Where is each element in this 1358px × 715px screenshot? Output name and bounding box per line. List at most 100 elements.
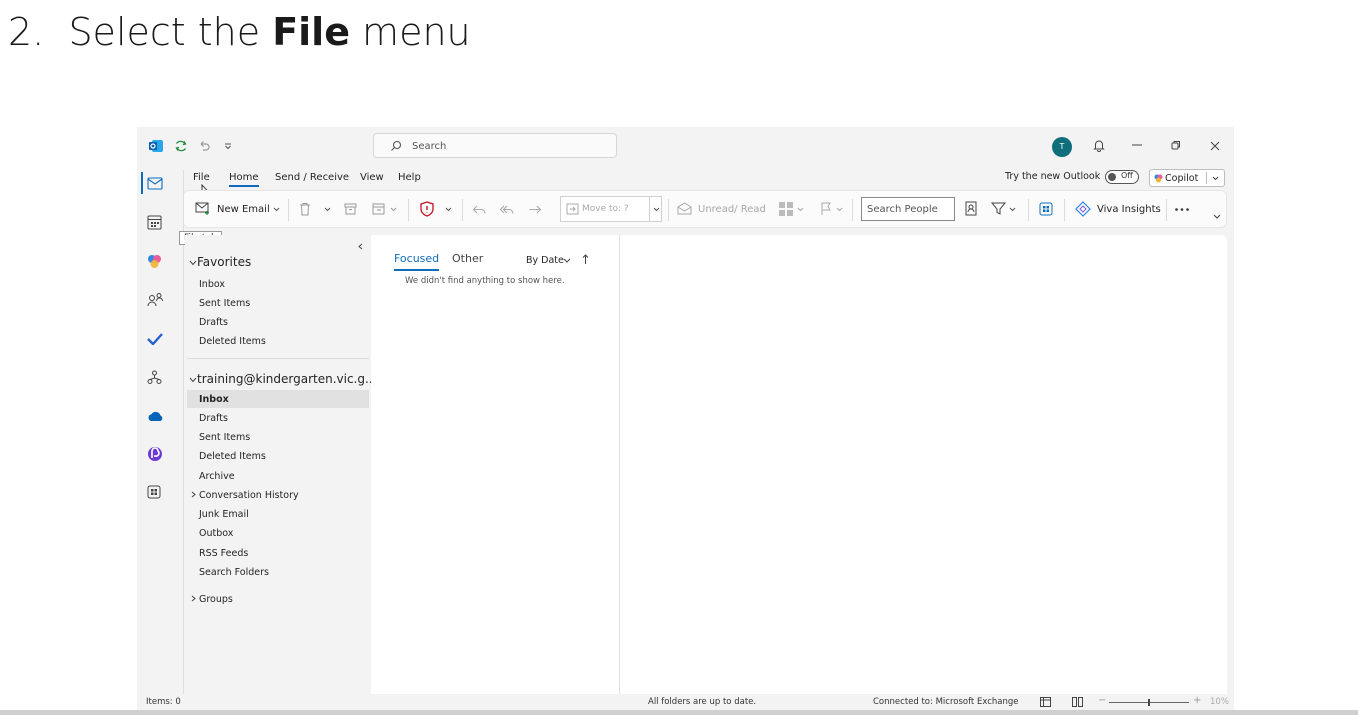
folder-favorites-inbox[interactable]: Inbox (199, 279, 225, 290)
expand-ribbon-icon[interactable] (1213, 214, 1221, 219)
folder-sent-items[interactable]: Sent Items (199, 432, 250, 443)
status-bar: Items: 0 All folders are up to date. Con… (137, 694, 1234, 710)
tab-send-receive[interactable]: Send / Receive (275, 172, 349, 183)
groups-header[interactable]: Groups (191, 594, 233, 605)
more-apps-icon[interactable] (147, 485, 161, 499)
zoom-out-button[interactable]: − (1098, 695, 1106, 706)
viva-insights-icon[interactable] (1075, 201, 1091, 217)
flag-icon[interactable] (820, 202, 832, 216)
categorize-dropdown-icon[interactable] (797, 207, 804, 212)
chevron-right-icon (191, 595, 196, 602)
tab-home[interactable]: Home (229, 172, 259, 187)
minimize-icon[interactable] (1132, 144, 1142, 146)
delete-dropdown-icon[interactable] (324, 207, 331, 212)
collapse-pane-icon[interactable] (358, 243, 363, 250)
ribbon-separator (1028, 199, 1029, 221)
undo-icon[interactable] (197, 139, 211, 153)
sync-icon[interactable] (174, 139, 188, 153)
favorites-header[interactable]: Favorites (189, 255, 251, 269)
folder-favorites-deleted-items[interactable]: Deleted Items (199, 336, 266, 347)
chevron-right-icon (191, 491, 196, 498)
filter-icon[interactable] (991, 201, 1006, 216)
todo-icon[interactable] (147, 333, 163, 345)
close-icon[interactable] (1210, 141, 1220, 151)
step-text-pre: Select the (68, 10, 273, 54)
bell-icon[interactable] (1092, 138, 1106, 152)
outlook-logo-icon[interactable] (149, 139, 163, 153)
reading-view-icon[interactable] (1072, 697, 1083, 707)
move-to-field[interactable]: Move to: ? (560, 196, 662, 222)
copilot-divider (1206, 172, 1207, 184)
quick-access-dropdown-icon[interactable] (224, 142, 232, 150)
folder-conversation-history[interactable]: Conversation History (191, 490, 299, 501)
folder-divider (187, 358, 369, 359)
unread-read-icon[interactable] (677, 202, 692, 215)
reply-icon[interactable] (472, 202, 486, 216)
zoom-slider-thumb[interactable] (1148, 699, 1150, 706)
copilot-icon (1154, 174, 1163, 183)
onedrive-icon[interactable] (147, 411, 164, 422)
people-icon[interactable] (147, 292, 164, 307)
tab-other[interactable]: Other (452, 252, 483, 265)
tab-help[interactable]: Help (398, 172, 421, 183)
chevron-down-icon[interactable] (563, 258, 571, 263)
chevron-down-icon (189, 377, 197, 382)
delete-icon[interactable] (299, 202, 311, 216)
mail-icon[interactable] (147, 177, 163, 190)
more-options-icon[interactable] (1175, 208, 1189, 211)
zoom-level[interactable]: 10% (1210, 697, 1229, 707)
filter-dropdown-icon[interactable] (1009, 207, 1016, 212)
normal-view-icon[interactable] (1040, 697, 1051, 707)
folder-outbox[interactable]: Outbox (199, 528, 233, 539)
loop-icon[interactable] (147, 446, 163, 462)
zoom-in-button[interactable]: + (1193, 695, 1201, 706)
archive-icon[interactable] (344, 203, 357, 215)
chevron-down-icon[interactable] (1212, 176, 1219, 181)
copilot-button[interactable]: Copilot (1149, 169, 1225, 187)
tab-view[interactable]: View (360, 172, 384, 183)
copilot-app-icon[interactable] (147, 254, 162, 269)
account-header[interactable]: training@kindergarten.vic.g... (189, 372, 376, 386)
avatar[interactable]: T (1052, 137, 1072, 157)
move-to-divider (649, 197, 650, 221)
folder-drafts[interactable]: Drafts (199, 413, 228, 424)
folder-junk-email[interactable]: Junk Email (199, 509, 249, 520)
move-icon[interactable] (372, 203, 386, 215)
forward-icon[interactable] (528, 202, 542, 216)
search-box[interactable]: Search (373, 133, 617, 158)
tab-file[interactable]: File (193, 172, 210, 183)
message-list-pane: Focused Other By Date We didn't find any… (371, 235, 619, 694)
folder-favorites-sent-items[interactable]: Sent Items (199, 298, 250, 309)
org-explorer-icon[interactable] (147, 370, 162, 385)
new-email-button[interactable]: New Email (217, 204, 270, 215)
search-people-input[interactable]: Search People (861, 197, 955, 221)
restore-icon[interactable] (1171, 140, 1181, 150)
folder-search-folders[interactable]: Search Folders (199, 567, 269, 578)
calendar-icon[interactable] (147, 215, 162, 230)
sort-by-date[interactable]: By Date (526, 255, 564, 266)
folder-rss-feeds[interactable]: RSS Feeds (199, 548, 248, 559)
folder-archive[interactable]: Archive (199, 471, 235, 482)
new-email-icon[interactable] (195, 202, 211, 216)
unread-read-button[interactable]: Unread/ Read (698, 204, 766, 215)
reply-all-icon[interactable] (498, 202, 514, 216)
categorize-icon[interactable] (778, 201, 794, 217)
viva-insights-button[interactable]: Viva Insights (1097, 204, 1161, 215)
chevron-down-icon (189, 260, 197, 265)
report-dropdown-icon[interactable] (445, 207, 452, 212)
flag-dropdown-icon[interactable] (836, 207, 843, 212)
new-email-dropdown-icon[interactable] (273, 207, 280, 212)
address-book-icon[interactable] (965, 201, 977, 216)
move-to-dropdown-icon[interactable] (653, 207, 660, 212)
move-to-icon (566, 203, 579, 215)
report-shield-icon[interactable] (420, 201, 434, 217)
apps-icon[interactable] (1039, 202, 1053, 216)
folder-favorites-drafts[interactable]: Drafts (199, 317, 228, 328)
tab-focused[interactable]: Focused (394, 252, 439, 265)
sort-direction-icon[interactable] (582, 254, 589, 265)
move-dropdown-icon[interactable] (390, 207, 397, 212)
new-outlook-toggle[interactable]: Off (1105, 170, 1139, 184)
step-text-post: menu (349, 10, 471, 54)
folder-deleted-items[interactable]: Deleted Items (199, 451, 266, 462)
folder-inbox[interactable]: Inbox (199, 394, 229, 405)
